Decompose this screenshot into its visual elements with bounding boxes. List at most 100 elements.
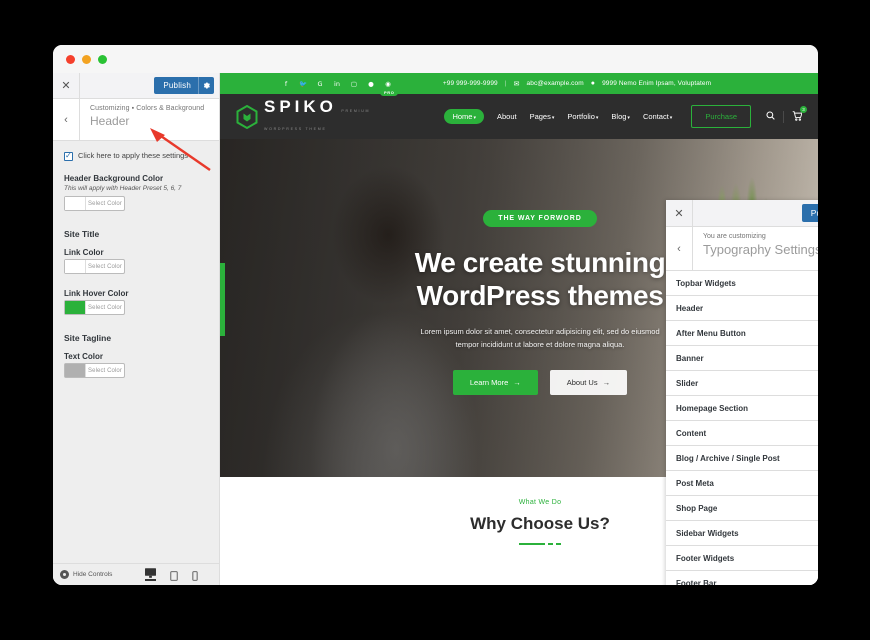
device-desktop-button[interactable] bbox=[145, 568, 156, 581]
list-item-label: Topbar Widgets bbox=[676, 278, 736, 288]
topbar-phone[interactable]: +99 999-999-9999 bbox=[443, 80, 498, 87]
topbar-email[interactable]: abc@example.com bbox=[527, 80, 584, 87]
nav-item-home[interactable]: Home▾ bbox=[444, 109, 484, 124]
left-panel-close-button[interactable]: ✕ bbox=[53, 73, 80, 98]
color-swatch bbox=[65, 301, 86, 314]
left-panel-back-button[interactable]: ‹ bbox=[53, 99, 80, 140]
select-color-button[interactable]: Select Color bbox=[64, 259, 125, 274]
list-item-label: Sidebar Widgets bbox=[676, 528, 739, 538]
gear-icon[interactable] bbox=[198, 77, 214, 94]
divider-segment bbox=[519, 543, 545, 545]
linkedin-icon[interactable]: in bbox=[333, 80, 341, 88]
site-tagline-group-label: Site Tagline bbox=[64, 333, 112, 343]
right-panel-header: ‹ You are customizing Typography Setting… bbox=[666, 227, 818, 271]
list-item-shop-page[interactable]: Shop Page› bbox=[666, 496, 818, 521]
chevron-down-icon: ▾ bbox=[627, 115, 630, 121]
divider-segment bbox=[556, 543, 561, 545]
list-item-banner[interactable]: Banner› bbox=[666, 346, 818, 371]
search-icon[interactable] bbox=[766, 111, 775, 122]
header-background-color-field: Header Background Color This will apply … bbox=[64, 174, 208, 215]
site-header: PRO SPIKO PREMIUM WORDPRESS THEME Home▾ … bbox=[220, 89, 818, 139]
topbar-divider: | bbox=[504, 80, 507, 87]
list-item-after-menu-button[interactable]: After Menu Button› bbox=[666, 321, 818, 346]
left-panel-topbar: ✕ Publish bbox=[53, 73, 219, 99]
window-maximize-button[interactable] bbox=[98, 54, 107, 64]
skype-icon[interactable]: ◉ bbox=[384, 80, 392, 88]
link-color-field: Link Color Select Color bbox=[64, 248, 208, 278]
arrow-right-icon: → bbox=[513, 378, 521, 387]
chevron-down-icon: ▾ bbox=[669, 115, 673, 121]
site-nav: Home▾ About Pages▾ Portfolio▾ Blog▾ Cont… bbox=[444, 109, 672, 124]
instagram-icon[interactable]: ▢ bbox=[350, 80, 358, 88]
about-us-button[interactable]: About Us → bbox=[549, 370, 628, 395]
pro-badge: PRO bbox=[379, 89, 399, 96]
nav-item-pages[interactable]: Pages▾ bbox=[530, 112, 555, 121]
divider-segment bbox=[548, 543, 553, 545]
list-item-header[interactable]: Header› bbox=[666, 296, 818, 321]
left-panel-header-text: Customizing ▪ Colors & Background Header bbox=[80, 99, 212, 140]
right-publish-button[interactable]: Publish bbox=[801, 204, 818, 222]
nav-item-portfolio[interactable]: Portfolio▾ bbox=[567, 112, 598, 121]
apply-settings-checkbox[interactable] bbox=[64, 150, 73, 161]
list-item-blog-archive-single-post[interactable]: Blog / Archive / Single Post› bbox=[666, 446, 818, 471]
hero-pill: THE WAY FORWORD bbox=[483, 210, 597, 227]
list-item-label: Blog / Archive / Single Post bbox=[676, 453, 780, 463]
map-pin-icon: ● bbox=[590, 80, 596, 87]
chevron-down-icon: ▾ bbox=[473, 115, 476, 121]
right-panel-header-text: You are customizing Typography Settings bbox=[693, 227, 818, 270]
list-item-label: Homepage Section bbox=[676, 403, 749, 413]
window-close-button[interactable] bbox=[66, 54, 75, 64]
list-item-post-meta[interactable]: Post Meta› bbox=[666, 471, 818, 496]
logo-name: SPIKO bbox=[264, 97, 337, 116]
select-color-label: Select Color bbox=[88, 367, 122, 374]
select-color-button[interactable]: Select Color bbox=[64, 196, 125, 211]
customizing-subtitle: You are customizing bbox=[703, 233, 766, 240]
list-item-label: Content bbox=[676, 428, 707, 438]
nav-item-about[interactable]: About bbox=[497, 112, 517, 121]
device-tablet-button[interactable] bbox=[170, 571, 178, 581]
arrow-right-icon: → bbox=[602, 378, 611, 387]
right-panel-topbar: ✕ Publish bbox=[666, 200, 818, 227]
page-title: Header bbox=[90, 114, 130, 128]
left-publish-button[interactable]: Publish bbox=[154, 77, 214, 94]
about-us-label: About Us bbox=[566, 378, 598, 387]
list-item-sidebar-widgets[interactable]: Sidebar Widgets› bbox=[666, 521, 818, 546]
right-panel-close-button[interactable]: ✕ bbox=[666, 200, 693, 226]
header-tools: 3 bbox=[766, 105, 807, 123]
hide-controls-label[interactable]: Hide Controls bbox=[73, 571, 112, 578]
breadcrumb-section[interactable]: Colors & Background bbox=[136, 105, 204, 112]
list-item-footer-bar[interactable]: Footer Bar› bbox=[666, 571, 818, 585]
site-logo[interactable]: PRO SPIKO PREMIUM WORDPRESS THEME bbox=[236, 89, 400, 135]
device-mobile-button[interactable] bbox=[192, 571, 198, 581]
topbar-address: 9999 Nemo Enim Ipsam, Voluptatem bbox=[602, 80, 712, 87]
nav-label: About bbox=[496, 112, 517, 121]
customizer-left-panel: ✕ Publish ‹ Customizing ▪ Colors & Backgro… bbox=[53, 73, 220, 585]
right-panel-title: Typography Settings bbox=[703, 242, 818, 257]
right-publish-label: Publish bbox=[810, 208, 818, 218]
right-panel-back-button[interactable]: ‹ bbox=[666, 227, 693, 270]
nav-item-contact[interactable]: Contact▾ bbox=[643, 112, 672, 121]
learn-more-button[interactable]: Learn More → bbox=[452, 370, 538, 395]
list-item-homepage-section[interactable]: Homepage Section› bbox=[666, 396, 818, 421]
breadcrumb-root[interactable]: Customizing bbox=[90, 105, 130, 112]
breadcrumb: Customizing ▪ Colors & Background bbox=[90, 105, 204, 112]
facebook-icon[interactable]: f bbox=[282, 80, 290, 88]
list-item-slider[interactable]: Slider› bbox=[666, 371, 818, 396]
apply-settings-checkbox-row[interactable]: Click here to apply these settings bbox=[64, 150, 208, 161]
left-publish-label: Publish bbox=[163, 81, 191, 90]
select-color-button[interactable]: Select Color bbox=[64, 300, 125, 315]
select-color-button[interactable]: Select Color bbox=[64, 363, 125, 378]
list-item-footer-widgets[interactable]: Footer Widgets› bbox=[666, 546, 818, 571]
purchase-button[interactable]: Purchase bbox=[691, 105, 751, 128]
twitter-icon[interactable]: 🐦 bbox=[299, 80, 307, 88]
apply-settings-label: Click here to apply these settings bbox=[78, 151, 189, 160]
nav-item-blog[interactable]: Blog▾ bbox=[611, 112, 630, 121]
window-minimize-button[interactable] bbox=[82, 54, 91, 64]
list-item-content[interactable]: Content› bbox=[666, 421, 818, 446]
typography-settings-list[interactable]: Topbar Widgets› Header› After Menu Butto… bbox=[666, 271, 818, 585]
dribbble-icon[interactable]: ● bbox=[367, 80, 375, 88]
google-plus-icon[interactable]: G bbox=[316, 80, 324, 88]
color-swatch bbox=[65, 197, 86, 210]
list-item-topbar-widgets[interactable]: Topbar Widgets› bbox=[666, 271, 818, 296]
cart-icon[interactable]: 3 bbox=[792, 105, 807, 123]
